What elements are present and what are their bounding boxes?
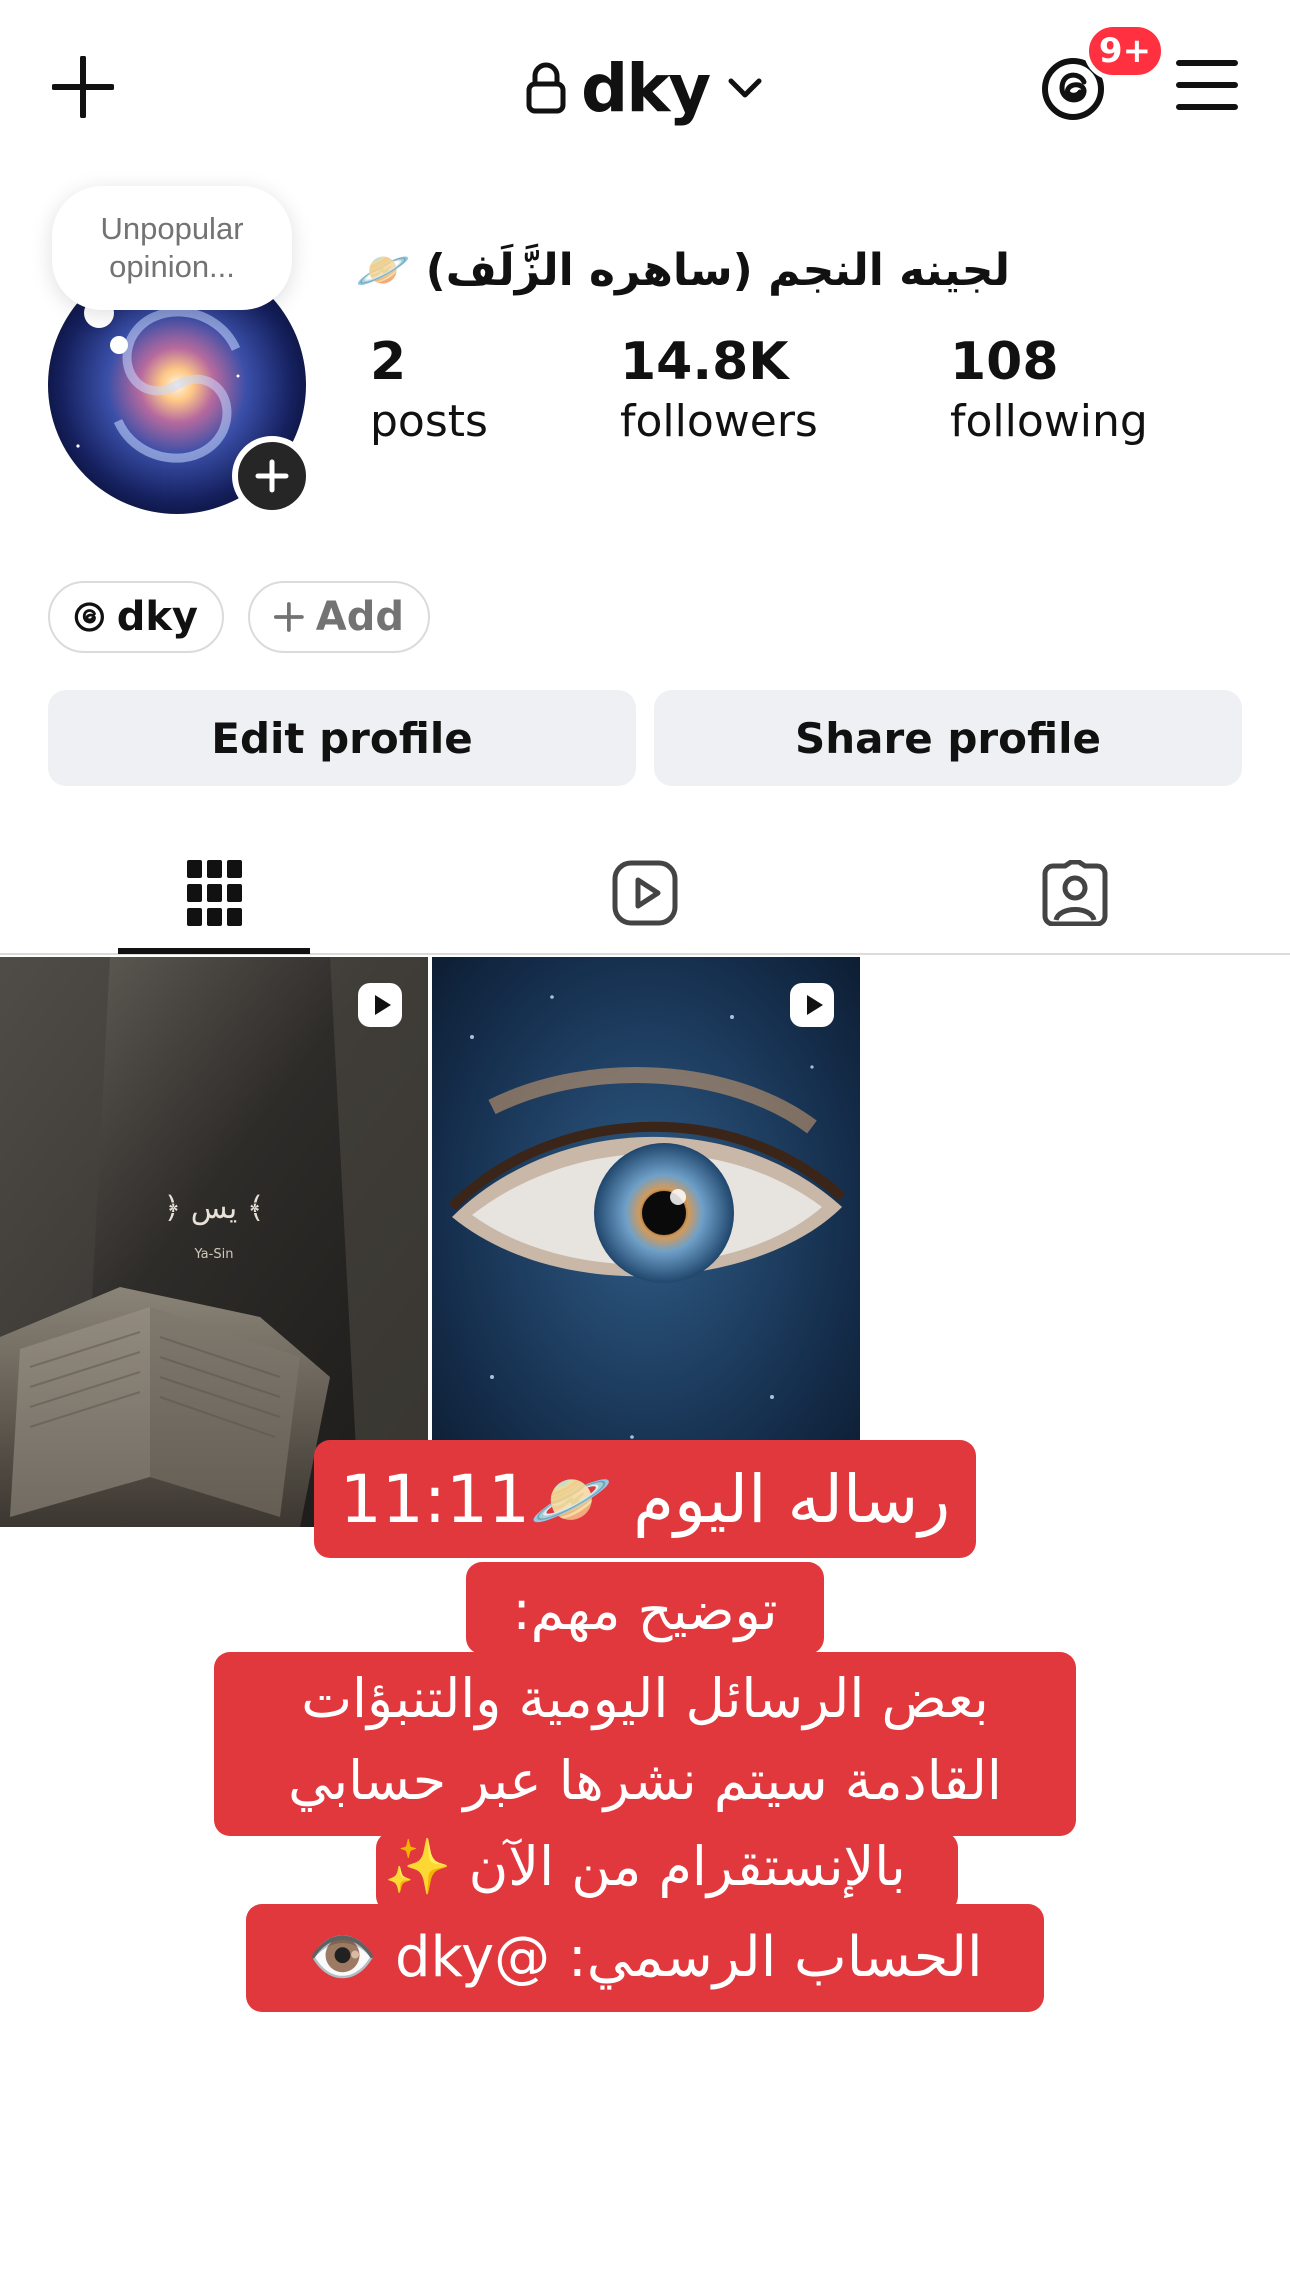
stat-label: followers (620, 396, 818, 447)
grid-icon (187, 859, 242, 926)
tab-grid[interactable] (0, 830, 430, 955)
threads-icon (74, 602, 104, 632)
stat-value: 14.8K (620, 332, 789, 392)
stat-label: posts (370, 396, 488, 447)
post-caption: ﴿ يس ﴾ (163, 1191, 265, 1226)
tab-tagged[interactable] (860, 830, 1290, 955)
profile-tabs (0, 830, 1290, 955)
hamburger-menu-icon[interactable] (1176, 58, 1238, 112)
note-text: Unpopular opinion... (100, 211, 244, 284)
add-link-chip[interactable]: Add (248, 581, 430, 653)
username-title: dky (581, 49, 711, 127)
share-profile-button[interactable]: Share profile (654, 690, 1242, 786)
overlay-line: توضيح مهم: (512, 1579, 778, 1642)
edit-profile-button[interactable]: Edit profile (48, 690, 636, 786)
overlay-line: بعض الرسائل اليومية والتنبؤات (301, 1667, 989, 1730)
active-tab-indicator (118, 948, 310, 954)
stat-label: following (950, 396, 1148, 447)
profile-note[interactable]: Unpopular opinion... (52, 186, 292, 310)
followers-count[interactable]: 14.8K followers (620, 330, 818, 450)
threads-profile-chip[interactable]: dky (48, 581, 224, 653)
text-overlay: رساله اليوم 🪐11:11 توضيح مهم: بعض الرسائ… (0, 1440, 1290, 2020)
top-bar: dky 9+ (0, 0, 1290, 175)
plus-icon[interactable] (52, 56, 114, 118)
tagged-icon (1042, 859, 1108, 926)
display-name: لجينه النجم (ساهره الزَّلَف) 🪐 (355, 245, 1010, 296)
reel-icon (790, 983, 834, 1027)
posts-count[interactable]: 2 posts (370, 330, 488, 450)
reel-icon (358, 983, 402, 1027)
reels-icon (612, 860, 678, 925)
lock-icon (526, 62, 566, 114)
overlay-line: بالإنستقرام من الآن ✨ (384, 1835, 906, 1898)
chevron-down-icon (728, 78, 762, 98)
stat-value: 2 (370, 332, 407, 392)
plus-icon (255, 459, 289, 493)
account-switcher[interactable]: dky (525, 49, 763, 127)
post-subcaption: Ya-Sin (194, 1247, 234, 1262)
overlay-line: القادمة سيتم نشرها عبر حسابي (288, 1749, 1002, 1812)
note-bubble-tail (110, 336, 128, 354)
following-count[interactable]: 108 following (950, 330, 1148, 450)
add-story-button[interactable] (232, 436, 312, 516)
threads-chip-label: dky (116, 594, 198, 640)
overlay-line: رساله اليوم 🪐11:11 (339, 1461, 951, 1538)
notification-badge[interactable]: 9+ (1084, 22, 1166, 80)
plus-icon (274, 602, 304, 632)
add-chip-label: Add (315, 594, 404, 640)
tab-reels[interactable] (430, 830, 860, 955)
overlay-line: الحساب الرسمي: @dky 👁️ (307, 1925, 983, 1990)
stat-value: 108 (950, 332, 1059, 392)
